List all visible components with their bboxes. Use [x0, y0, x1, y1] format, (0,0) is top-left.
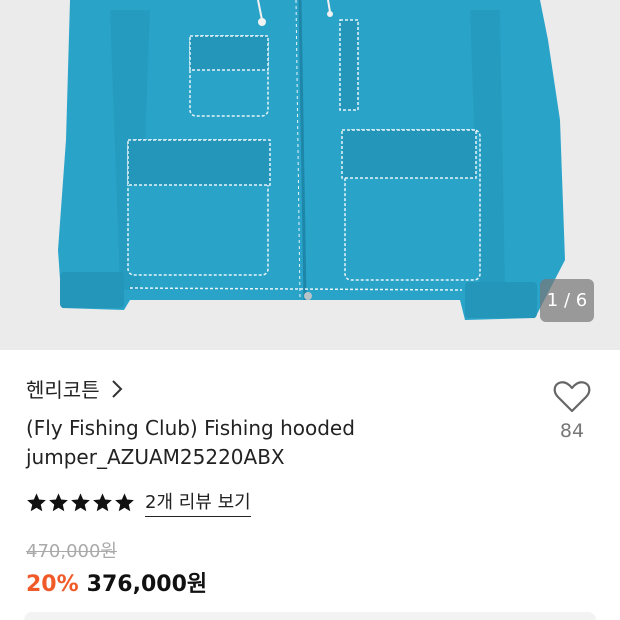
- heart-icon: [553, 381, 591, 413]
- brand-link[interactable]: 헨리코튼: [26, 374, 124, 403]
- chevron-right-icon: [111, 379, 123, 398]
- sale-price: 376,000원: [86, 572, 208, 597]
- rating-stars: [26, 492, 135, 513]
- original-price: 470,000원: [26, 541, 117, 562]
- price-row: 20% 376,000원: [26, 566, 207, 598]
- wish-count: 84: [559, 420, 585, 442]
- product-title: (Fly Fishing Club) Fishing hooded jumper…: [26, 416, 355, 469]
- image-counter: 1 / 6: [540, 279, 594, 322]
- jacket-photo: [58, 0, 565, 320]
- rating-row: 2개 리뷰 보기: [26, 488, 251, 517]
- star-icon: [27, 493, 46, 512]
- discount-rate: 20%: [26, 572, 79, 597]
- star-icon: [115, 493, 134, 512]
- star-icon: [71, 493, 90, 512]
- star-icon: [49, 493, 68, 512]
- product-image-gallery[interactable]: 1 / 6: [0, 0, 620, 350]
- brand-name: 헨리코튼: [26, 378, 100, 402]
- view-reviews-link[interactable]: 2개 리뷰 보기: [145, 488, 251, 517]
- coupon-banner[interactable]: [24, 612, 596, 620]
- wishlist-button[interactable]: 84: [552, 380, 592, 452]
- star-icon: [93, 493, 112, 512]
